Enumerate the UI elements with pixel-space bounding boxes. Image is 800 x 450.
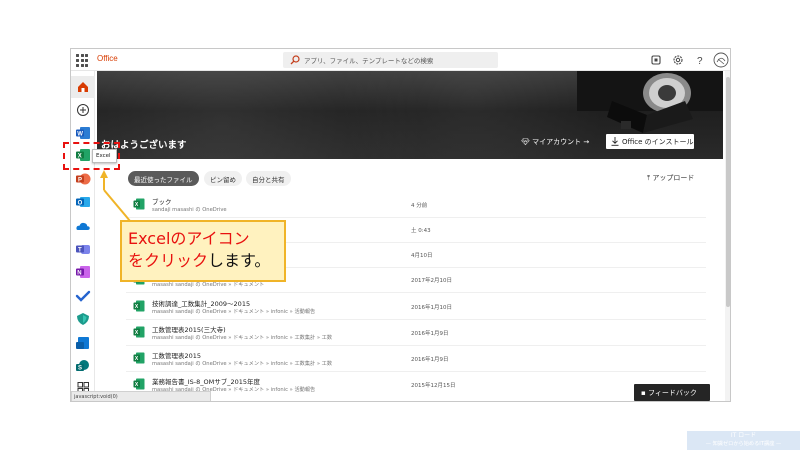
file-date: 4月10日 [411,253,433,259]
browser-status-bar: javascript:void(0) [71,391,211,401]
install-office-label: Office のインストール [622,138,694,146]
install-office-button[interactable]: Office のインストール [606,134,694,149]
watermark-title: IT ロード [730,432,757,439]
defender-icon[interactable] [75,312,91,326]
teams-icon[interactable]: T [75,242,91,256]
sharepoint-icon[interactable]: S [75,359,91,373]
search-box[interactable]: アプリ、ファイル、テンプレートなどの検索 [283,52,498,68]
feedback-icon[interactable] [649,53,663,67]
excel-tooltip: Excel [92,149,117,163]
callout-end-text: します。 [208,251,271,270]
app-launcher-icon[interactable] [75,53,89,67]
svg-text:?: ? [697,56,703,67]
file-path: masashi sandaji の OneDrive » ドキュメント » in… [152,309,316,315]
file-path: sandaji masashi の OneDrive [152,207,227,213]
download-icon [611,137,619,146]
welcome-banner: おはようございます 💎︎ マイアカウント → Office のインストール [97,71,723,159]
outlook-icon[interactable]: O [75,195,91,209]
file-name[interactable]: 工数管理表2015 [152,350,201,360]
file-path: masashi sandaji の OneDrive » ドキュメント » in… [152,361,333,367]
svg-text:N: N [77,270,81,276]
svg-text:S: S [78,366,82,372]
office-header: Office アプリ、ファイル、テンプレートなどの検索 ? [71,49,730,71]
office-app-name[interactable]: Office [97,54,118,63]
file-date: 4 分前 [411,203,428,209]
file-row[interactable]: X 業務報告書_IS-8_OMサブ_2015年度 masashi sandaji… [126,373,706,398]
scrollbar-thumb[interactable] [726,77,730,307]
add-icon[interactable] [75,103,91,117]
file-name[interactable]: 業務報告書_IS-8_OMサブ_2015年度 [152,376,260,386]
gear-icon[interactable] [671,53,685,67]
svg-text:T: T [78,247,82,253]
todo-icon[interactable] [75,289,91,303]
callout-line-1: Excelのアイコン [128,229,250,248]
file-name[interactable]: 技術調達_工数集計_2009〜2015 [152,298,250,308]
help-icon[interactable]: ? [693,53,707,67]
svg-text:P: P [78,177,82,183]
app-rail: W X P O T N S [71,71,95,401]
upload-button[interactable]: ⤒ アップロード [647,173,694,183]
diamond-icon: 💎︎ [521,138,533,146]
svg-text:O: O [78,200,83,206]
onenote-icon[interactable]: N [75,265,91,279]
file-row[interactable]: X ブック sandaji masashi の OneDrive 4 分前 [126,193,706,218]
file-path: masashi sandaji の OneDrive » ドキュメント [152,282,265,288]
file-date: 2015年12月15日 [411,383,456,389]
watermark-subtitle: — 知識ゼロから始めるIT講座 — [705,441,782,447]
callout-line-2: をクリックします。 [128,250,284,272]
word-icon[interactable]: W [75,126,91,140]
tab-shared-with-me[interactable]: 自分と共有 [246,171,291,186]
sway-icon[interactable] [75,336,91,350]
file-date: 2016年1月10日 [411,305,452,311]
upload-label: アップロード [652,174,695,182]
file-date: 2017年2月10日 [411,278,452,284]
callout-click-text: をクリック [128,251,209,270]
excel-file-icon: X [133,352,145,364]
file-row[interactable]: X 工数管理表2015 masashi sandaji の OneDrive »… [126,347,706,372]
powerpoint-icon[interactable]: P [75,172,91,186]
file-name[interactable]: 工数管理表2015(三大寺) [152,324,226,334]
excel-file-icon: X [133,326,145,338]
tab-pinned[interactable]: ピン留め [204,171,242,186]
excel-file-icon: X [133,378,145,390]
file-name[interactable]: ブック [152,196,172,206]
tab-recent-files[interactable]: 最近使ったファイル [128,171,199,186]
my-account-label: マイアカウント → [532,138,590,146]
avatar[interactable] [713,52,729,68]
site-watermark: IT ロード — 知識ゼロから始めるIT講座 — [687,431,800,450]
file-date: 土 0:43 [411,228,431,234]
onedrive-icon[interactable] [75,219,91,233]
instruction-callout: Excelのアイコン をクリックします。 [120,220,286,282]
feedback-label: フィードバック [647,389,697,397]
svg-text:W: W [77,131,83,137]
file-date: 2016年1月9日 [411,331,449,337]
home-icon [78,82,88,92]
chat-icon: ▪ [641,389,648,397]
file-row[interactable]: X 工数管理表2015(三大寺) masashi sandaji の OneDr… [126,321,706,346]
file-row[interactable]: X 技術調達_工数集計_2009〜2015 masashi sandaji の … [126,295,706,320]
rail-item-home[interactable] [71,76,95,98]
search-icon [290,55,300,65]
excel-file-icon: X [133,300,145,312]
scrollbar[interactable] [725,71,730,401]
file-date: 2016年1月9日 [411,357,449,363]
file-path: masashi sandaji の OneDrive » ドキュメント » in… [152,335,333,341]
excel-file-icon: X [133,198,145,210]
feedback-button[interactable]: ▪ フィードバック [634,384,710,401]
search-input[interactable]: アプリ、ファイル、テンプレートなどの検索 [304,55,433,65]
my-account-link[interactable]: 💎︎ マイアカウント → [521,137,589,147]
